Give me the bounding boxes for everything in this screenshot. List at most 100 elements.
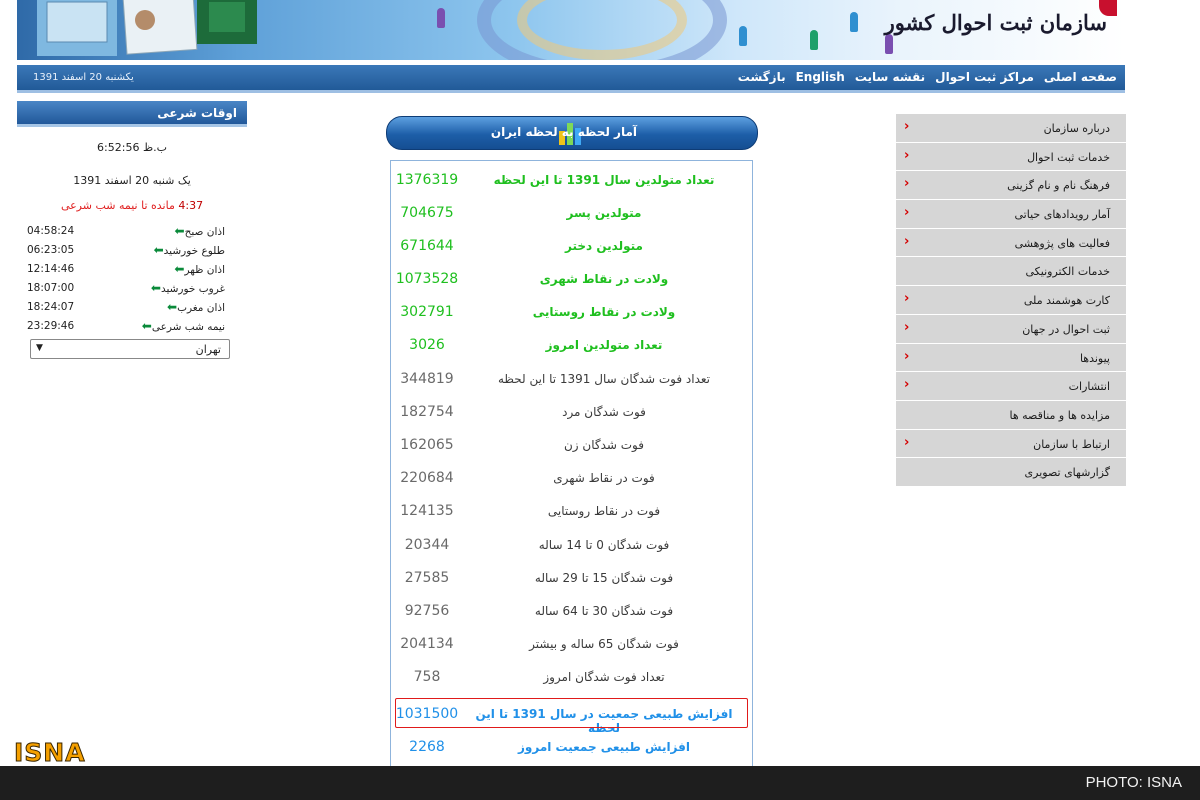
isna-logo: ISNA bbox=[14, 738, 86, 768]
green-arrow-icon: ⬅ bbox=[167, 299, 178, 314]
stat-label: فوت شدگان مرد bbox=[562, 405, 646, 419]
sidebar-menu-item[interactable]: خدمات ثبت احوال ‹ bbox=[896, 142, 1126, 172]
city-select[interactable]: تهران ▼ bbox=[30, 339, 230, 359]
person-figure bbox=[739, 26, 747, 46]
prayer-times-panel: اوقات شرعی 6:52:56 ب.ظ یک شنبه 20 اسفند … bbox=[17, 101, 247, 359]
stat-value: 92756 bbox=[404, 603, 450, 619]
sidebar-menu-item[interactable]: پیوندها ‹ bbox=[896, 343, 1126, 373]
prayer-time-row: 12:14:46 اذان ظهر⬅ bbox=[17, 259, 247, 278]
stat-row: 704675 متولدین پسر bbox=[391, 197, 752, 230]
nav-sitemap-link[interactable]: نقشه سایت bbox=[855, 70, 925, 84]
stat-value: 344819 bbox=[400, 371, 454, 387]
stats-table: 1376319 تعداد متولدین سال 1391 تا این لحظ… bbox=[390, 160, 753, 766]
stat-row: 302791 ولادت در نقاط روستایی bbox=[391, 296, 752, 329]
sidebar-menu-item[interactable]: درباره سازمان ‹ bbox=[896, 114, 1126, 143]
header-banner: سازمان ثبت احوال کشور bbox=[17, 0, 1125, 60]
prayer-time-row: 18:24:07 اذان مغرب⬅ bbox=[17, 297, 247, 316]
stat-label: تعداد متولدین سال 1391 تا این لحظه bbox=[493, 173, 715, 187]
remaining-time: 4:37 مانده تا نیمه شب شرعی bbox=[17, 199, 247, 213]
stat-label: ولادت در نقاط شهری bbox=[539, 272, 669, 286]
stat-label: تعداد متولدین امروز bbox=[545, 338, 663, 352]
sidebar-menu-item-label: فرهنگ نام و نام گزینی bbox=[1007, 179, 1110, 193]
stat-row: 124135 فوت در نقاط روستایی bbox=[391, 495, 752, 528]
stat-row: 671644 متولدین دختر bbox=[391, 230, 752, 263]
stat-value: 3026 bbox=[409, 337, 445, 353]
sidebar-menu-item-label: کارت هوشمند ملی bbox=[1023, 294, 1110, 308]
sidebar-menu-item[interactable]: فرهنگ نام و نام گزینی ‹ bbox=[896, 171, 1126, 201]
sidebar-menu-item[interactable]: کارت هوشمند ملی ‹ bbox=[896, 286, 1126, 315]
submenu-arrow-icon: ‹ bbox=[904, 291, 910, 307]
sidebar-menu-item-label: پیوندها bbox=[1079, 351, 1110, 365]
sidebar-menu-item[interactable]: ثبت احوال در جهان ‹ bbox=[896, 314, 1126, 344]
submenu-arrow-icon: ‹ bbox=[904, 205, 910, 221]
prayer-time-value: 23:29:46 bbox=[27, 319, 75, 332]
stat-row: 1073528 ولادت در نقاط شهری bbox=[391, 263, 752, 296]
city-select-value: تهران bbox=[195, 343, 221, 356]
prayer-times-title: اوقات شرعی bbox=[17, 101, 247, 127]
stat-label: تعداد فوت شدگان امروز bbox=[543, 670, 665, 684]
person-figure bbox=[437, 8, 445, 28]
today-date: یک شنبه 20 اسفند 1391 bbox=[73, 174, 191, 187]
remaining-time-value: 4:37 bbox=[178, 199, 204, 212]
stat-row: 1376319 تعداد متولدین سال 1391 تا این لحظ… bbox=[391, 164, 752, 197]
sidebar-menu-item-label: انتشارات bbox=[1068, 380, 1110, 394]
stat-label: ولادت در نقاط روستایی bbox=[532, 305, 676, 319]
nav-links: صفحه اصلی مراکز ثبت احوال نقشه سایت Engl… bbox=[738, 70, 1117, 84]
stat-row: 92756 فوت شدگان 30 تا 64 ساله bbox=[391, 595, 752, 628]
top-navbar: یکشنبه 20 اسفند 1391 صفحه اصلی مراکز ثبت… bbox=[17, 65, 1125, 93]
person-figure bbox=[885, 34, 893, 54]
submenu-arrow-icon: ‹ bbox=[904, 176, 910, 192]
sidebar-menu-item[interactable]: فعالیت های پژوهشی ‹ bbox=[896, 228, 1126, 258]
id-documents-image bbox=[37, 0, 257, 56]
highlight-frame bbox=[395, 698, 748, 728]
green-arrow-icon: ⬅ bbox=[141, 318, 152, 333]
sidebar-menu-item[interactable]: مزایده ها و مناقصه ها bbox=[896, 400, 1126, 430]
prayer-time-value: 18:07:00 bbox=[27, 281, 75, 294]
stat-value: 162065 bbox=[400, 437, 454, 453]
prayer-time-value: 06:23:05 bbox=[27, 243, 75, 256]
submenu-arrow-icon: ‹ bbox=[904, 233, 910, 249]
nav-home-link[interactable]: صفحه اصلی bbox=[1044, 70, 1117, 84]
prayer-time-row: 06:23:05 طلوع خورشید⬅ bbox=[17, 240, 247, 259]
sidebar-menu-item[interactable]: انتشارات ‹ bbox=[896, 372, 1126, 401]
submenu-arrow-icon: ‹ bbox=[904, 119, 910, 134]
stat-label: فوت شدگان 65 ساله و بیشتر bbox=[529, 637, 679, 651]
sidebar-menu: درباره سازمان ‹ خدمات ثبت احوال ‹ فرهنگ نام … bbox=[896, 114, 1126, 487]
dropdown-caret-icon: ▼ bbox=[36, 343, 43, 353]
prayer-time-name: اذان مغرب⬅ bbox=[167, 299, 225, 314]
stat-value: 182754 bbox=[400, 404, 454, 420]
prayer-time-value: 18:24:07 bbox=[27, 300, 75, 313]
sidebar-menu-item-label: درباره سازمان bbox=[1043, 122, 1110, 135]
sidebar-menu-item[interactable]: ارتباط با سازمان ‹ bbox=[896, 429, 1126, 459]
stat-label: فوت شدگان 30 تا 64 ساله bbox=[534, 604, 674, 618]
submenu-arrow-icon: ‹ bbox=[904, 319, 910, 335]
stat-label: فوت شدگان زن bbox=[563, 438, 644, 452]
stat-value: 20344 bbox=[404, 537, 450, 553]
stat-value: 220684 bbox=[400, 470, 454, 486]
photo-credit: PHOTO: ISNA bbox=[1085, 774, 1182, 791]
prayer-time-row: 18:07:00 غروب خورشید⬅ bbox=[17, 278, 247, 297]
nav-english-link[interactable]: English bbox=[796, 70, 845, 84]
stat-label: افزایش طبیعی جمعیت امروز bbox=[517, 740, 690, 754]
nav-registry-centers-link[interactable]: مراکز ثبت احوال bbox=[935, 70, 1034, 84]
stat-row: 3026 تعداد متولدین امروز bbox=[391, 329, 752, 362]
stat-value: 671644 bbox=[400, 238, 454, 254]
stat-row: 162065 فوت شدگان زن bbox=[391, 429, 752, 462]
remaining-time-label: مانده تا نیمه شب شرعی bbox=[60, 199, 175, 212]
stat-row: 27585 فوت شدگان 15 تا 29 ساله bbox=[391, 562, 752, 595]
green-arrow-icon: ⬅ bbox=[174, 223, 185, 238]
stat-value: 302791 bbox=[400, 304, 454, 320]
current-clock: 6:52:56 ب.ظ bbox=[97, 141, 167, 154]
stat-label: تعداد فوت شدگان سال 1391 تا این لحظه bbox=[497, 372, 711, 386]
stat-value: 1376319 bbox=[395, 172, 459, 188]
sidebar-menu-item[interactable]: آمار رویدادهای حیاتی ‹ bbox=[896, 200, 1126, 229]
nav-back-link[interactable]: بازگشت bbox=[738, 70, 786, 84]
submenu-arrow-icon: ‹ bbox=[904, 348, 910, 364]
stat-row: 220684 فوت در نقاط شهری bbox=[391, 462, 752, 495]
sidebar-menu-item-label: مزایده ها و مناقصه ها bbox=[1009, 408, 1110, 422]
stat-row: 2268 افزایش طبیعی جمعیت امروز bbox=[391, 731, 752, 764]
sidebar-menu-item[interactable]: خدمات الکترونیکی bbox=[896, 257, 1126, 287]
sidebar-menu-item[interactable]: گزارشهای تصویری bbox=[896, 458, 1126, 487]
prayer-time-name: نیمه شب شرعی⬅ bbox=[141, 318, 225, 333]
stat-row: 204134 فوت شدگان 65 ساله و بیشتر bbox=[391, 628, 752, 661]
